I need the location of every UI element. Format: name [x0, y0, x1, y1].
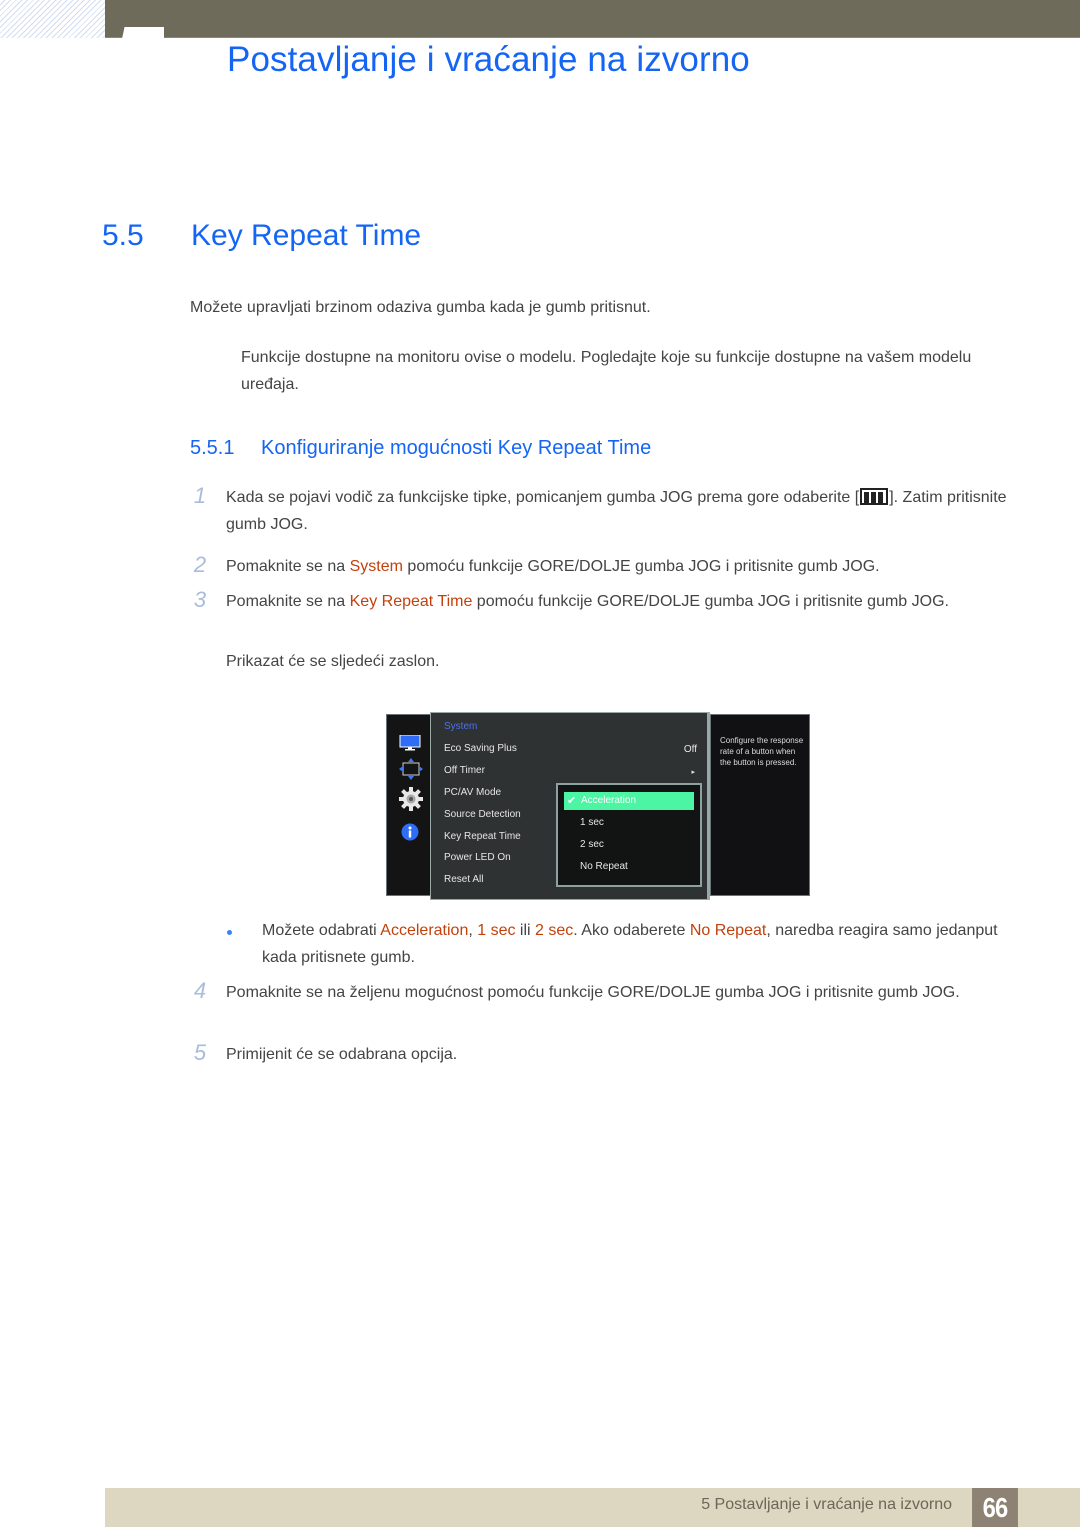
header-hatch-decoration: [0, 0, 105, 38]
step-text-part: Pomaknite se na: [226, 593, 350, 610]
monitor-icon: [399, 735, 421, 751]
section-number: 5.5: [102, 219, 144, 252]
osd-menu-item[interactable]: Off Timer: [444, 765, 485, 776]
header-tab-notch: [122, 27, 164, 39]
step-3-text: Pomaknite se na Key Repeat Time pomoću f…: [226, 588, 1016, 615]
highlight-key-repeat-time: Key Repeat Time: [349, 593, 473, 610]
osd-option-selected[interactable]: ✔ Acceleration: [564, 792, 694, 810]
osd-menu-item-active[interactable]: Key Repeat Time: [444, 831, 521, 842]
header-bar: [105, 0, 1080, 38]
options-bullet-text: Možete odabrati Acceleration, 1 sec ili …: [262, 917, 1002, 971]
step-5-text: Primijenit će se odabrana opcija.: [226, 1046, 458, 1063]
osd-menu-item-value: Off: [683, 744, 697, 755]
osd-help-panel: Configure the response rate of a button …: [710, 714, 810, 896]
step-3-followup: Prikazat će se sljedeći zaslon.: [226, 653, 440, 670]
highlight-no-repeat: No Repeat: [689, 922, 767, 939]
highlight-acceleration: Acceleration: [380, 922, 469, 939]
osd-menu-item[interactable]: Eco Saving Plus: [444, 743, 517, 754]
osd-option[interactable]: 1 sec: [580, 817, 604, 828]
subsection-number: 5.5.1: [190, 437, 235, 459]
osd-menu-item[interactable]: Power LED On: [444, 852, 511, 863]
osd-option[interactable]: No Repeat: [580, 861, 628, 872]
step-number: 4: [193, 978, 207, 1003]
subsection-title: Konfiguriranje mogućnosti Key Repeat Tim…: [261, 437, 652, 459]
step-text-part: pomoću funkcije GORE/DOLJE gumba JOG i p…: [402, 558, 880, 575]
footer-chapter-label: 5 Postavljanje i vraćanje na izvorno: [701, 1496, 952, 1513]
osd-menu-item[interactable]: PC/AV Mode: [444, 787, 501, 798]
page-number: 66: [972, 1488, 1018, 1527]
step-number: 2: [193, 552, 207, 577]
step-text-part: pomoću funkcije GORE/DOLJE gumba JOG i p…: [472, 593, 949, 610]
step-text-part: Kada se pojavi vodič za funkcijske tipke…: [226, 489, 860, 506]
model-note: Funkcije dostupne na monitoru ovise o mo…: [241, 349, 972, 393]
section-intro: Možete upravljati brzinom odaziva gumba …: [190, 299, 651, 316]
chapter-title: Postavljanje i vraćanje na izvorno: [227, 40, 750, 79]
step-1-text: Kada se pojavi vodič za funkcijske tipke…: [226, 484, 1016, 538]
bullet-text-part: ili: [515, 922, 536, 939]
osd-help-text: Configure the response rate of a button …: [720, 736, 804, 767]
osd-screenshot: System Eco Saving Plus Off Off Timer ▸ P…: [386, 712, 810, 900]
bullet-icon: [227, 930, 232, 935]
osd-option-label: Acceleration: [581, 795, 637, 806]
step-number: 3: [193, 587, 207, 612]
osd-submenu: ✔ Acceleration 1 sec 2 sec No Repeat: [556, 783, 702, 887]
osd-menu-item[interactable]: Source Detection: [444, 809, 521, 820]
checkmark-icon: ✔: [567, 795, 577, 807]
bullet-text-part: ,: [468, 922, 478, 939]
step-text-part: Pomaknite se na: [226, 558, 350, 575]
osd-side-menu: [386, 714, 431, 896]
highlight-2-sec: 2 sec: [535, 922, 574, 939]
step-number: 1: [193, 483, 207, 508]
highlight-1-sec: 1 sec: [477, 922, 516, 939]
osd-main-menu: System Eco Saving Plus Off Off Timer ▸ P…: [430, 712, 710, 900]
menu-icon: [860, 488, 889, 505]
step-number: 5: [193, 1040, 207, 1065]
highlight-system: System: [349, 558, 403, 575]
section-title: Key Repeat Time: [191, 219, 422, 252]
gear-icon: [399, 787, 423, 811]
osd-category-title: System: [444, 721, 478, 732]
submenu-arrow-icon: ▸: [691, 769, 695, 776]
bullet-text-part: . Ako odaberete: [573, 922, 690, 939]
osd-menu-item[interactable]: Reset All: [444, 874, 483, 885]
info-icon: [401, 823, 419, 841]
step-2-text: Pomaknite se na System pomoću funkcije G…: [226, 553, 1016, 580]
osd-option[interactable]: 2 sec: [580, 839, 604, 850]
size-position-icon: [399, 758, 423, 780]
bullet-text-part: Možete odabrati: [262, 922, 381, 939]
step-4-text: Pomaknite se na željenu mogućnost pomoću…: [226, 984, 960, 1001]
